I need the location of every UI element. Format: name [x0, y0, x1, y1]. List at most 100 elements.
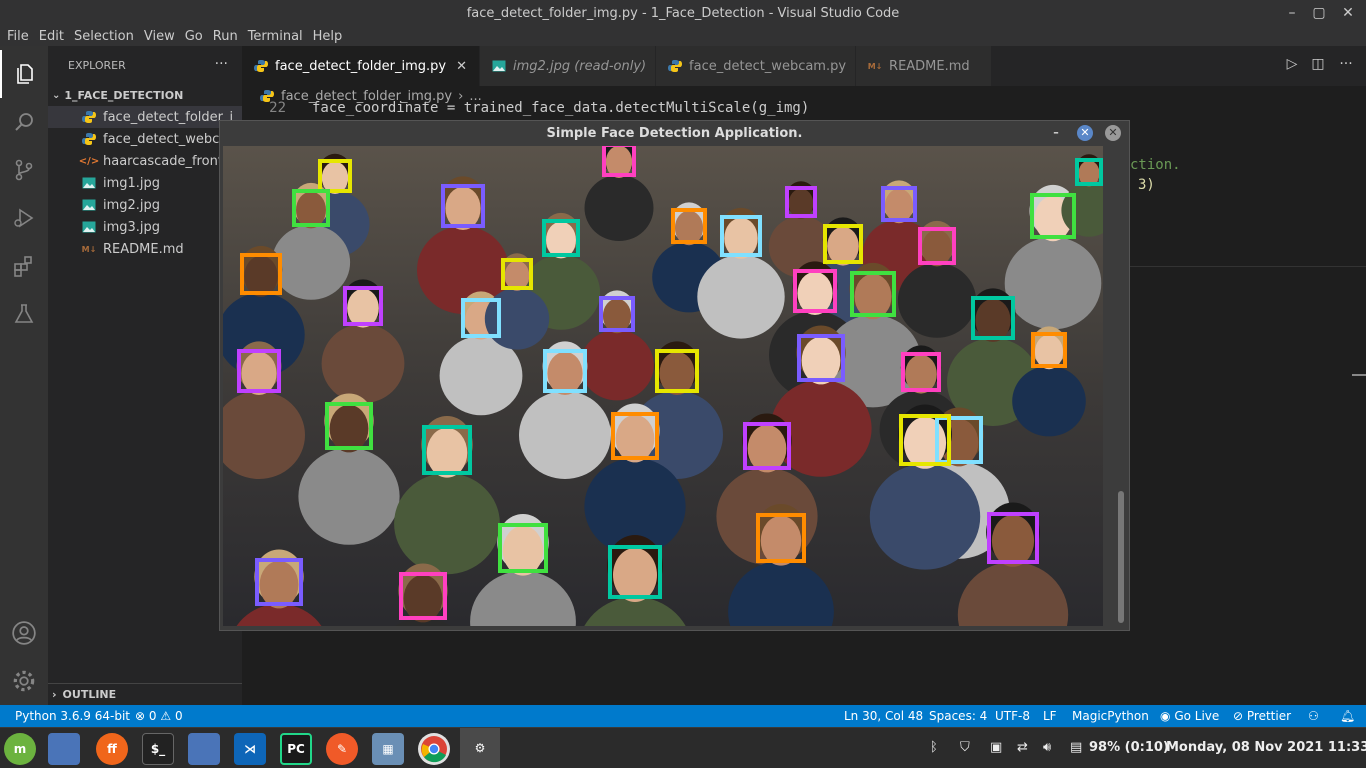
image-viewer-icon[interactable]: ▦	[372, 733, 404, 765]
image-file-icon	[82, 198, 96, 212]
person-face	[659, 351, 695, 395]
go-live-label: Go Live	[1174, 709, 1220, 723]
tab-readme[interactable]: M↓ README.md	[856, 46, 993, 86]
go-live-button[interactable]: ◉ Go Live	[1160, 709, 1219, 723]
menu-file[interactable]: File	[2, 29, 34, 44]
encoding[interactable]: UTF-8	[995, 709, 1030, 723]
person-face	[613, 548, 657, 602]
file-item[interactable]: face_detect_folder_i	[48, 106, 242, 128]
show-desktop-icon[interactable]	[48, 733, 80, 765]
search-icon[interactable]	[0, 98, 48, 146]
testing-icon[interactable]	[0, 290, 48, 338]
person-face	[991, 514, 1035, 567]
mint-menu-icon[interactable]: m	[4, 733, 36, 765]
menu-view[interactable]: View	[139, 29, 180, 44]
minimize-icon[interactable]: –	[1048, 125, 1064, 141]
tab-img2[interactable]: img2.jpg (read-only)	[480, 46, 657, 86]
project-folder[interactable]: ⌄ 1_FACE_DETECTION	[48, 84, 242, 106]
volume-icon[interactable]: 🔊︎	[1043, 740, 1051, 755]
more-actions-icon[interactable]: ···	[1336, 56, 1356, 76]
bluetooth-icon[interactable]: ᛒ	[930, 740, 938, 755]
file-item[interactable]: img3.jpg	[48, 216, 242, 238]
outline-section[interactable]: › OUTLINE	[48, 683, 242, 705]
prettier-button[interactable]: ⊘ Prettier	[1233, 709, 1291, 723]
minimize-icon[interactable]: –	[1282, 3, 1302, 23]
maximize-icon[interactable]: ▢	[1309, 3, 1329, 23]
opencv-title-bar[interactable]: Simple Face Detection Application. – ✕ ✕	[220, 121, 1129, 146]
language-mode[interactable]: MagicPython	[1072, 709, 1149, 723]
battery-status[interactable]: 98% (0:10)	[1089, 740, 1169, 755]
menu-edit[interactable]: Edit	[34, 29, 69, 44]
warning-count: 0	[174, 709, 183, 723]
clock[interactable]: Monday, 08 Nov 2021 11:33 PM	[1166, 740, 1366, 755]
notifications-icon[interactable]: 🔔︎	[1340, 709, 1355, 723]
account-icon[interactable]	[0, 609, 48, 657]
file-item[interactable]: img2.jpg	[48, 194, 242, 216]
explorer-icon[interactable]	[0, 50, 48, 98]
line-ending[interactable]: LF	[1043, 709, 1057, 723]
menu-terminal[interactable]: Terminal	[243, 29, 308, 44]
file-item[interactable]: img1.jpg	[48, 172, 242, 194]
title-bar: face_detect_folder_img.py - 1_Face_Detec…	[0, 0, 1366, 26]
tab-face-detect-folder[interactable]: face_detect_folder_img.py ✕	[242, 46, 481, 86]
menu-help[interactable]: Help	[308, 29, 348, 44]
indentation[interactable]: Spaces: 4	[929, 709, 987, 723]
menu-selection[interactable]: Selection	[69, 29, 139, 44]
extensions-icon[interactable]	[0, 242, 48, 290]
clipboard-icon[interactable]: ▣	[990, 740, 1002, 755]
python-file-icon	[668, 59, 683, 73]
vscode-icon[interactable]: ⋊	[234, 733, 266, 765]
tab-face-detect-webcam[interactable]: face_detect_webcam.py	[656, 46, 857, 86]
code-line[interactable]: 22 face_coordinate = trained_face_data.de…	[242, 100, 1366, 120]
tab-label: README.md	[889, 58, 970, 74]
more-actions-icon[interactable]: ···	[215, 56, 228, 72]
explorer-title: EXPLORER	[68, 58, 126, 72]
person-body	[869, 464, 981, 570]
status-bar: Python 3.6.9 64-bit ⊗ 0 ⚠ 0 Ln 30, Col 4…	[0, 705, 1366, 727]
network-icon[interactable]: ⇄	[1017, 740, 1028, 755]
line-number: 22	[269, 100, 286, 116]
files-icon[interactable]	[188, 733, 220, 765]
project-name: 1_FACE_DETECTION	[64, 88, 184, 102]
minimap-marker	[1352, 374, 1366, 376]
menu-go[interactable]: Go	[180, 29, 208, 44]
scrollbar[interactable]	[1118, 491, 1124, 623]
close-icon[interactable]: ✕	[1338, 3, 1358, 23]
battery-icon[interactable]: ▤	[1070, 740, 1082, 755]
close-icon[interactable]: ✕	[1105, 125, 1121, 141]
split-editor-icon[interactable]: ◫	[1308, 56, 1328, 76]
terminal-icon[interactable]: $_	[142, 733, 174, 765]
face-detection-image	[223, 146, 1103, 626]
file-item[interactable]: M↓ README.md	[48, 238, 242, 260]
source-control-icon[interactable]	[0, 146, 48, 194]
file-item[interactable]: face_detect_webca	[48, 128, 242, 150]
settings-gear-icon[interactable]: ⚙	[460, 728, 500, 768]
person-face	[827, 226, 859, 266]
firefox-icon[interactable]: ff	[96, 733, 128, 765]
person-face	[854, 273, 892, 320]
chrome-icon[interactable]	[418, 733, 450, 765]
run-file-icon[interactable]: ▷	[1282, 56, 1302, 76]
opencv-window[interactable]: Simple Face Detection Application. – ✕ ✕	[219, 120, 1130, 631]
warning-icon: ⚠	[160, 709, 172, 723]
shield-icon[interactable]: ⛉	[960, 740, 970, 755]
person-face	[922, 229, 952, 267]
file-item[interactable]: </> haarcascade_fronta	[48, 150, 242, 172]
menu-run[interactable]: Run	[208, 29, 243, 44]
file-name: haarcascade_fronta	[103, 153, 231, 169]
python-interpreter[interactable]: Python 3.6.9 64-bit	[15, 709, 130, 723]
activity-bar	[0, 46, 48, 705]
settings-gear-icon[interactable]	[0, 657, 48, 705]
restore-icon[interactable]: ✕	[1077, 125, 1093, 141]
person-face	[547, 351, 583, 395]
editor-pen-icon[interactable]: ✎	[326, 733, 358, 765]
cursor-position[interactable]: Ln 30, Col 48	[844, 709, 923, 723]
python-file-icon	[82, 132, 96, 146]
tab-close-icon[interactable]: ✕	[456, 59, 467, 74]
person-face	[259, 560, 299, 609]
pycharm-icon[interactable]: PC	[280, 733, 312, 765]
person-face	[296, 191, 326, 229]
run-debug-icon[interactable]	[0, 194, 48, 242]
problems-indicator[interactable]: ⊗ 0 ⚠ 0	[135, 709, 183, 723]
feedback-icon[interactable]: ⚇	[1308, 709, 1319, 723]
